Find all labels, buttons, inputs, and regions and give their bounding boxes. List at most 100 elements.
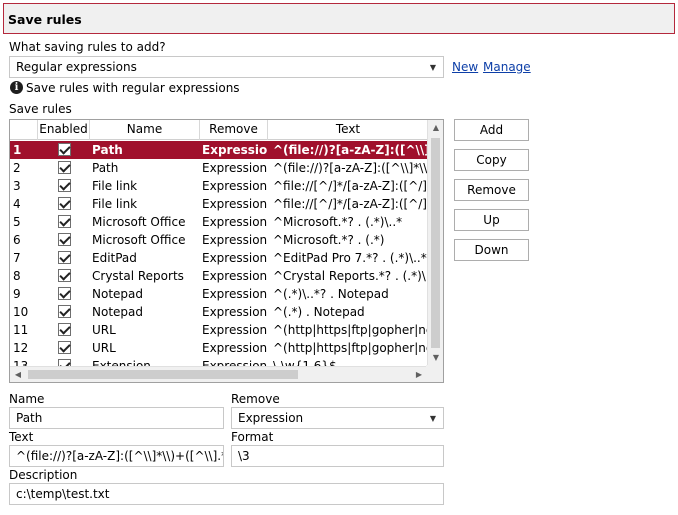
scroll-down-icon[interactable]: ▼ xyxy=(428,350,443,366)
row-number: 10 xyxy=(13,305,29,319)
row-remove: Expression xyxy=(202,287,268,301)
table-row[interactable]: 11 URL Expression ^(http|https|ftp|gopher|n… xyxy=(10,321,428,339)
checkbox-checked-icon[interactable] xyxy=(57,161,71,174)
table-row[interactable]: 6 Microsoft Office Expression ^Microsoft.*?… xyxy=(10,231,428,249)
checkbox-checked-icon[interactable] xyxy=(57,143,71,156)
format-label: Format xyxy=(231,430,274,444)
checkbox-checked-icon[interactable] xyxy=(57,179,71,192)
col-header-remove[interactable]: Remove xyxy=(200,120,268,140)
row-text: ^(.*) . Notepad xyxy=(273,305,365,319)
row-name: File link xyxy=(92,197,138,211)
row-number: 11 xyxy=(13,323,29,337)
checkbox-checked-icon[interactable] xyxy=(57,215,71,228)
row-text: ^(.*)\..*? . Notepad xyxy=(273,287,389,301)
format-field[interactable]: \3 xyxy=(231,445,444,467)
row-remove: Expression xyxy=(202,215,268,229)
row-text: ^EditPad Pro 7.*? . (.*)\..* xyxy=(273,251,427,265)
row-enabled[interactable] xyxy=(40,249,88,267)
checkbox-checked-icon[interactable] xyxy=(57,197,71,210)
table-row[interactable]: 1 Path Expression ^(file://)?[a-zA-Z]:([^\\… xyxy=(10,141,428,159)
horizontal-scroll-thumb[interactable] xyxy=(28,370,298,379)
checkbox-checked-icon[interactable] xyxy=(57,287,71,300)
checkbox-checked-icon[interactable] xyxy=(57,233,71,246)
scroll-left-icon[interactable]: ◀ xyxy=(10,367,26,382)
table-row[interactable]: 10 Notepad Expression ^(.*) . Notepad xyxy=(10,303,428,321)
row-number: 12 xyxy=(13,341,29,355)
row-remove: Expression xyxy=(202,323,268,337)
name-field[interactable]: Path xyxy=(9,407,224,429)
table-row[interactable]: 12 URL Expression ^(http|https|ftp|gopher|n… xyxy=(10,339,428,357)
remove-label: Remove xyxy=(231,392,280,406)
table-row[interactable]: 9 Notepad Expression ^(.*)\..*? . Notepad xyxy=(10,285,428,303)
table-row[interactable]: 4 File link Expression ^file://[^/]*/[a-zA-… xyxy=(10,195,428,213)
row-text: ^file://[^/]*/[a-zA-Z]:([^/]*/)+ xyxy=(273,179,428,193)
new-link[interactable]: New xyxy=(452,60,478,74)
checkbox-checked-icon[interactable] xyxy=(57,341,71,354)
row-enabled[interactable] xyxy=(40,267,88,285)
row-enabled[interactable] xyxy=(40,159,88,177)
row-name: URL xyxy=(92,323,116,337)
description-field[interactable]: c:\temp\test.txt xyxy=(9,483,444,505)
copy-button[interactable]: Copy xyxy=(454,149,529,171)
row-name: Path xyxy=(92,161,119,175)
col-header-enabled[interactable]: Enabled xyxy=(38,120,90,140)
horizontal-scrollbar[interactable]: ◀ ▶ xyxy=(10,366,427,382)
col-header-text[interactable]: Text xyxy=(268,120,428,140)
up-button[interactable]: Up xyxy=(454,209,529,231)
down-button[interactable]: Down xyxy=(454,239,529,261)
info-text: Save rules with regular expressions xyxy=(26,81,240,95)
manage-link[interactable]: Manage xyxy=(483,60,531,74)
name-label: Name xyxy=(9,392,45,406)
row-number: 6 xyxy=(13,233,21,247)
checkbox-checked-icon[interactable] xyxy=(57,269,71,282)
grid-header: Enabled Name Remove Text xyxy=(10,120,428,140)
row-text: ^Crystal Reports.*? . (.*)\..* xyxy=(273,269,428,283)
row-text: ^(http|https|ftp|gopher|news| xyxy=(273,341,428,355)
row-remove: Expression xyxy=(202,197,268,211)
row-enabled[interactable] xyxy=(40,321,88,339)
checkbox-checked-icon[interactable] xyxy=(57,323,71,336)
table-row[interactable]: 5 Microsoft Office Expression ^Microsoft.*?… xyxy=(10,213,428,231)
row-text: ^file://[^/]*/[a-zA-Z]:([^/]*/)+ xyxy=(273,197,428,211)
vertical-scrollbar[interactable]: ▲ ▼ xyxy=(427,120,443,366)
table-row[interactable]: 2 Path Expression ^(file://)?[a-zA-Z]:([^\\… xyxy=(10,159,428,177)
remove-select-value: Expression xyxy=(238,411,304,425)
scroll-right-icon[interactable]: ▶ xyxy=(411,367,427,382)
row-remove: Expression xyxy=(202,179,268,193)
row-number: 3 xyxy=(13,179,21,193)
remove-select[interactable]: Expression ▼ xyxy=(231,407,444,429)
text-field[interactable]: ^(file://)?[a-zA-Z]:([^\\]*\\)+([^\\].*)… xyxy=(9,445,224,467)
info-icon: i xyxy=(10,81,23,94)
rules-type-select[interactable]: Regular expressions ▼ xyxy=(9,56,444,78)
checkbox-checked-icon[interactable] xyxy=(57,305,71,318)
row-name: Notepad xyxy=(92,287,143,301)
row-enabled[interactable] xyxy=(40,339,88,357)
save-rules-grid[interactable]: Enabled Name Remove Text 1 Path Expression… xyxy=(9,119,444,383)
remove-button[interactable]: Remove xyxy=(454,179,529,201)
row-enabled[interactable] xyxy=(40,213,88,231)
row-enabled[interactable] xyxy=(40,141,88,159)
scroll-up-icon[interactable]: ▲ xyxy=(428,120,443,136)
row-text: ^Microsoft.*? . (.*)\..* xyxy=(273,215,403,229)
row-text: ^(file://)?[a-zA-Z]:([^\\]*\\)+( xyxy=(273,161,428,175)
table-row[interactable]: 7 EditPad Expression ^EditPad Pro 7.*? . (.… xyxy=(10,249,428,267)
table-row[interactable]: 3 File link Expression ^file://[^/]*/[a-zA-… xyxy=(10,177,428,195)
row-enabled[interactable] xyxy=(40,195,88,213)
scrollbar-corner xyxy=(426,365,443,382)
row-enabled[interactable] xyxy=(40,285,88,303)
chevron-down-icon: ▼ xyxy=(429,413,437,423)
row-name: Microsoft Office xyxy=(92,233,186,247)
col-header-num[interactable] xyxy=(10,120,38,140)
row-enabled[interactable] xyxy=(40,177,88,195)
add-button[interactable]: Add xyxy=(454,119,529,141)
checkbox-checked-icon[interactable] xyxy=(57,251,71,264)
col-header-name[interactable]: Name xyxy=(90,120,200,140)
row-enabled[interactable] xyxy=(40,303,88,321)
row-number: 5 xyxy=(13,215,21,229)
table-row[interactable]: 8 Crystal Reports Expression ^Crystal Repor… xyxy=(10,267,428,285)
rules-type-value: Regular expressions xyxy=(16,60,137,74)
text-label: Text xyxy=(9,430,34,444)
row-enabled[interactable] xyxy=(40,231,88,249)
row-text: ^(http|https|ftp|gopher|news| xyxy=(273,323,428,337)
vertical-scroll-thumb[interactable] xyxy=(431,138,440,348)
